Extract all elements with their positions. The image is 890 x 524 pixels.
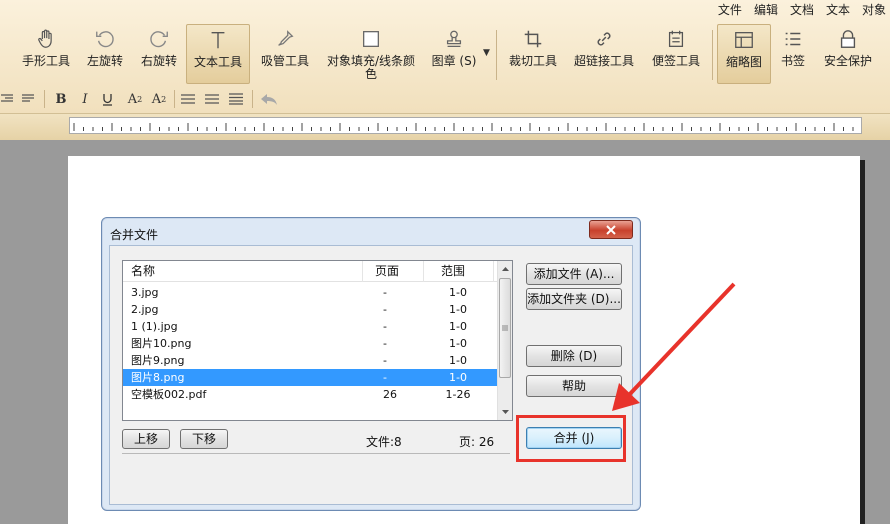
red-arrow-icon <box>612 282 736 411</box>
